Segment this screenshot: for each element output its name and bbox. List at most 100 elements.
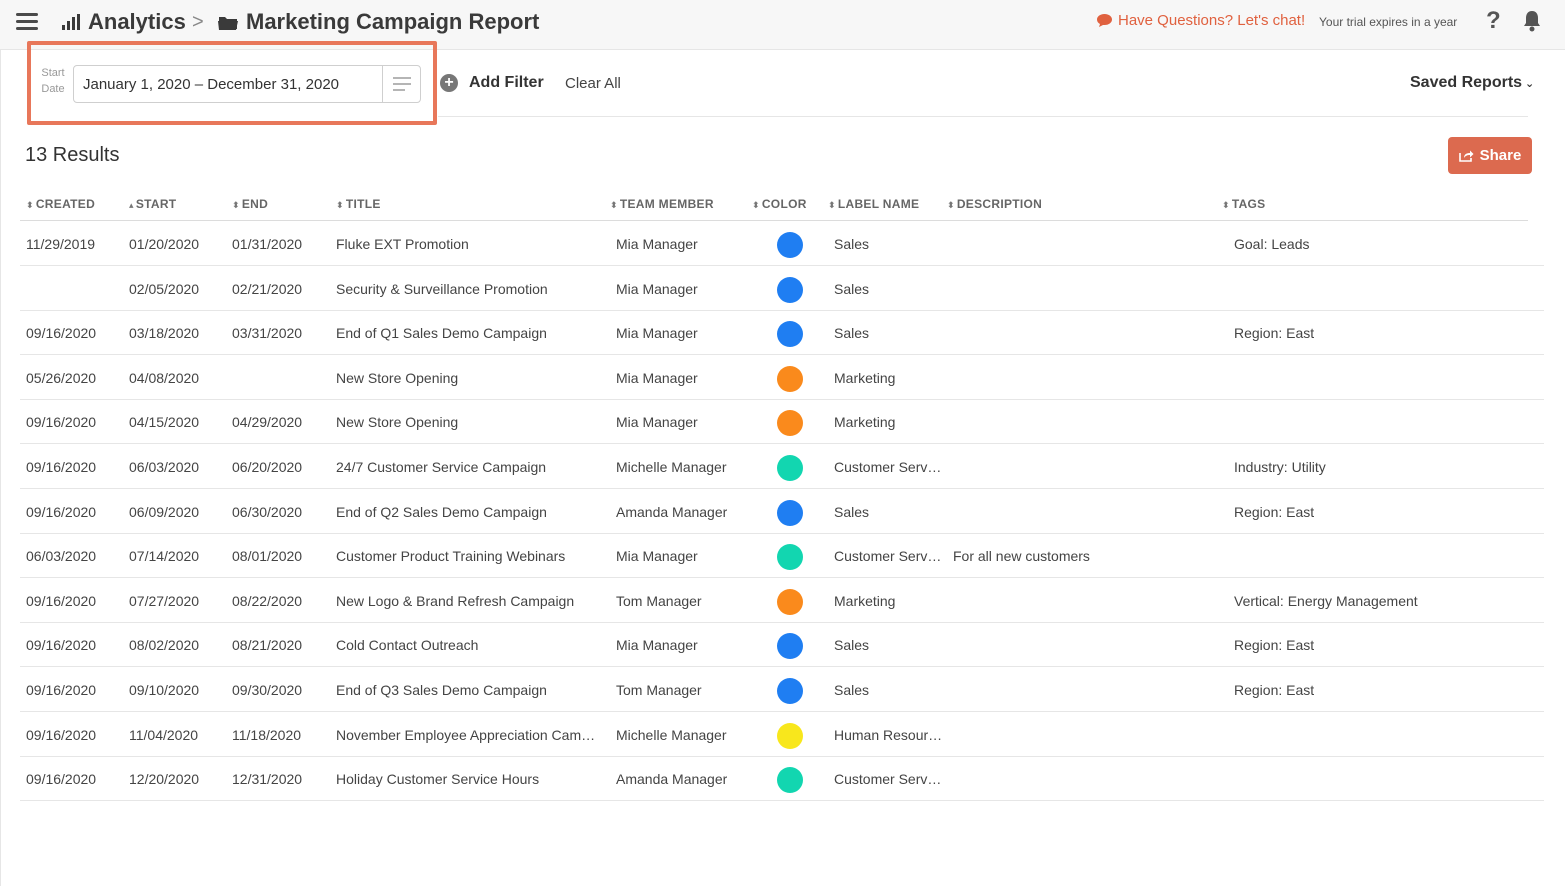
results-count: 13 Results <box>25 144 120 166</box>
filter-divider <box>438 116 1528 117</box>
table-row[interactable]: 11/29/2019 01/20/2020 01/31/2020 Fluke EXT … <box>20 222 1544 266</box>
cell-label-name: Customer Serv… <box>834 459 942 475</box>
table-row[interactable]: 09/16/2020 08/02/2020 08/21/2020 Cold Conta… <box>20 623 1544 668</box>
table-row[interactable]: 06/03/2020 07/14/2020 08/01/2020 Customer P… <box>20 534 1544 579</box>
sort-icon: ⬍ <box>828 200 836 210</box>
cell-title: End of Q1 Sales Demo Campaign <box>336 325 547 342</box>
cell-created: 09/16/2020 <box>26 459 97 475</box>
cell-title: 24/7 Customer Service Campaign <box>336 459 547 475</box>
breadcrumb-analytics-label: Analytics <box>88 9 186 34</box>
color-dot-orange <box>777 365 803 392</box>
date-range-input[interactable]: January 1, 2020 – December 31, 2020 <box>73 65 421 103</box>
cell-tags: Goal: Leads <box>1234 236 1310 252</box>
table-row[interactable]: 09/16/2020 07/27/2020 08/22/2020 New Logo &… <box>20 579 1544 623</box>
hamburger-menu-icon[interactable] <box>16 13 38 31</box>
cell-label-name: Sales <box>834 682 870 698</box>
cell-end: 08/01/2020 <box>232 548 303 565</box>
color-dot-blue <box>777 499 803 526</box>
table-row[interactable]: 09/16/2020 03/18/2020 03/31/2020 End of Q1 … <box>20 311 1544 356</box>
cell-label-name: Sales <box>834 325 870 342</box>
cell-tags: Region: East <box>1234 325 1315 342</box>
table-row[interactable]: 09/16/2020 06/03/2020 06/20/2020 24/7 Custo… <box>20 445 1544 489</box>
date-options-icon[interactable] <box>382 66 421 102</box>
cell-label-name: Customer Serv… <box>834 548 942 565</box>
date-range-value: January 1, 2020 – December 31, 2020 <box>83 76 340 93</box>
cell-created: 09/16/2020 <box>26 682 97 698</box>
cell-team-member: Mia Manager <box>616 637 698 654</box>
color-dot-blue <box>777 276 803 303</box>
breadcrumb-analytics[interactable]: Analytics <box>62 9 186 35</box>
column-header-label-name[interactable]: ⬍ LABEL NAME <box>828 197 919 211</box>
cell-created: 09/16/2020 <box>26 771 97 788</box>
table-row[interactable]: 09/16/2020 04/15/2020 04/29/2020 New Store … <box>20 400 1544 445</box>
cell-end: 08/21/2020 <box>232 637 303 654</box>
plus-circle-icon: + <box>440 74 458 92</box>
help-icon[interactable]: ? <box>1486 7 1501 35</box>
cell-team-member: Mia Manager <box>616 280 698 297</box>
left-border <box>0 50 1 886</box>
cell-end: 12/31/2020 <box>232 771 303 788</box>
color-dot-yellow <box>777 722 803 749</box>
cell-created: 09/16/2020 <box>26 325 97 342</box>
cell-title: End of Q2 Sales Demo Campaign <box>336 503 547 520</box>
column-header-tags[interactable]: ⬍ TAGS <box>1222 197 1266 211</box>
table-row[interactable]: 09/16/2020 11/04/2020 11/18/2020 November E… <box>20 713 1544 757</box>
cell-team-member: Amanda Manager <box>616 771 728 788</box>
cell-team-member: Amanda Manager <box>616 503 728 520</box>
color-dot-blue <box>777 678 803 704</box>
cell-end: 02/21/2020 <box>232 280 303 297</box>
cell-label-name: Sales <box>834 637 870 654</box>
column-header-start[interactable]: ▴ START <box>129 197 176 211</box>
saved-reports-label: Saved Reports <box>1410 74 1523 91</box>
cell-label-name: Sales <box>834 236 870 252</box>
cell-end: 08/22/2020 <box>232 592 303 609</box>
share-button[interactable]: Share <box>1448 137 1532 174</box>
column-header-description[interactable]: ⬍ DESCRIPTION <box>947 197 1042 211</box>
add-filter-button[interactable]: + Add Filter <box>440 74 544 92</box>
cell-title: New Store Opening <box>336 414 459 431</box>
column-header-end[interactable]: ⬍ END <box>232 197 268 211</box>
table-row[interactable]: 02/05/2020 02/21/2020 Security & Surveilla… <box>20 267 1544 311</box>
column-header-title[interactable]: ⬍ TITLE <box>336 197 381 211</box>
cell-tags: Region: East <box>1234 682 1315 698</box>
column-header-team-member[interactable]: ⬍ TEAM MEMBER <box>610 197 714 211</box>
color-dot-teal <box>777 455 803 481</box>
column-header-label: END <box>241 197 269 211</box>
cell-title: Fluke EXT Promotion <box>336 236 469 252</box>
color-dot-teal <box>777 544 803 571</box>
start-date-label-line2: Date <box>41 83 65 95</box>
saved-reports-dropdown[interactable]: Saved Reports ⌄ <box>1410 74 1534 92</box>
sort-icon: ⬍ <box>610 200 618 210</box>
sort-icon: ⬍ <box>1222 200 1230 210</box>
color-dot-blue <box>777 321 803 348</box>
cell-start: 07/14/2020 <box>129 548 200 565</box>
clear-all-link[interactable]: Clear All <box>565 75 621 92</box>
cell-title: Holiday Customer Service Hours <box>336 771 540 788</box>
cell-title: End of Q3 Sales Demo Campaign <box>336 682 547 698</box>
cell-created: 09/16/2020 <box>26 637 97 654</box>
chat-link[interactable]: Have Questions? Let's chat! <box>1097 12 1305 29</box>
cell-start: 09/10/2020 <box>129 682 200 698</box>
bell-icon[interactable] <box>1522 10 1542 32</box>
table-row[interactable]: 09/16/2020 09/10/2020 09/30/2020 End of Q3 … <box>20 668 1544 712</box>
cell-label-name: Sales <box>834 280 870 297</box>
table-row[interactable]: 05/26/2020 04/08/2020 New Store Opening Mia… <box>20 356 1544 400</box>
column-header-label: TEAM MEMBER <box>619 197 714 211</box>
table-row[interactable]: 09/16/2020 12/20/2020 12/31/2020 Holiday Cu… <box>20 757 1544 802</box>
sort-icon: ▴ <box>129 200 134 210</box>
breadcrumb-separator: > <box>192 11 204 33</box>
column-header-color[interactable]: ⬍ COLOR <box>752 197 807 211</box>
column-header-label: CREATED <box>35 197 96 211</box>
cell-created: 09/16/2020 <box>26 592 97 609</box>
cell-created: 11/29/2019 <box>26 236 96 252</box>
cell-team-member: Mia Manager <box>616 548 698 565</box>
column-header-created[interactable]: ⬍ CREATED <box>26 197 95 211</box>
color-dot-blue <box>777 633 803 660</box>
cell-tags: Region: East <box>1234 503 1315 520</box>
cell-team-member: Mia Manager <box>616 325 698 342</box>
color-dot-orange <box>777 410 803 437</box>
table-row[interactable]: 09/16/2020 06/09/2020 06/30/2020 End of Q2 … <box>20 490 1544 534</box>
cell-created: 09/16/2020 <box>26 414 97 431</box>
sort-icon: ⬍ <box>336 200 344 210</box>
color-dot-orange <box>777 588 803 615</box>
